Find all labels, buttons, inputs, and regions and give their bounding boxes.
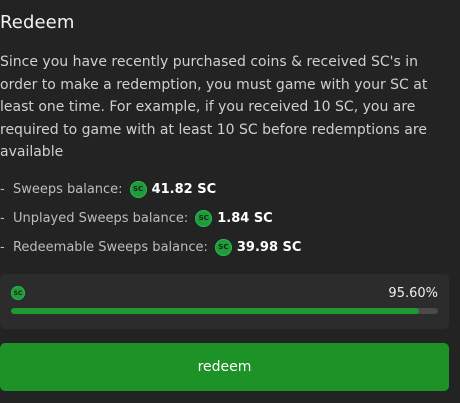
- sweeps-balance-row: - Sweeps balance: SC 41.82 SC: [0, 179, 216, 199]
- unplayed-sweeps-balance-row: - Unplayed Sweeps balance: SC 1.84 SC: [0, 208, 273, 228]
- redeemable-sweeps-balance-row: - Redeemable Sweeps balance: SC 39.98 SC: [0, 237, 301, 257]
- unplayed-sweeps-balance-label: - Unplayed Sweeps balance:: [0, 210, 189, 226]
- sweeps-balance-label: - Sweeps balance:: [0, 181, 123, 197]
- unplayed-sweeps-balance-value: 1.84 SC: [217, 210, 273, 226]
- redeemable-sweeps-balance-value: 39.98 SC: [236, 239, 302, 255]
- sc-coin-icon: SC: [11, 286, 25, 300]
- page-title: Redeem: [0, 12, 75, 33]
- redeemable-sweeps-balance-label: - Redeemable Sweeps balance:: [0, 239, 208, 255]
- sweeps-balance-value: 41.82 SC: [151, 181, 217, 197]
- sc-coin-icon: SC: [214, 238, 232, 256]
- redeem-button[interactable]: redeem: [0, 343, 449, 391]
- redeem-panel: Redeem Since you have recently purchased…: [0, 0, 460, 403]
- sc-coin-icon: SC: [129, 180, 147, 198]
- redeem-requirement-text: Since you have recently purchased coins …: [0, 54, 428, 160]
- redemption-progress-card: SC 95.60%: [0, 274, 449, 329]
- progress-percent: 95.60%: [388, 286, 438, 301]
- sc-coin-icon: SC: [195, 209, 213, 227]
- progress-track: [11, 308, 438, 314]
- progress-fill: [11, 308, 420, 314]
